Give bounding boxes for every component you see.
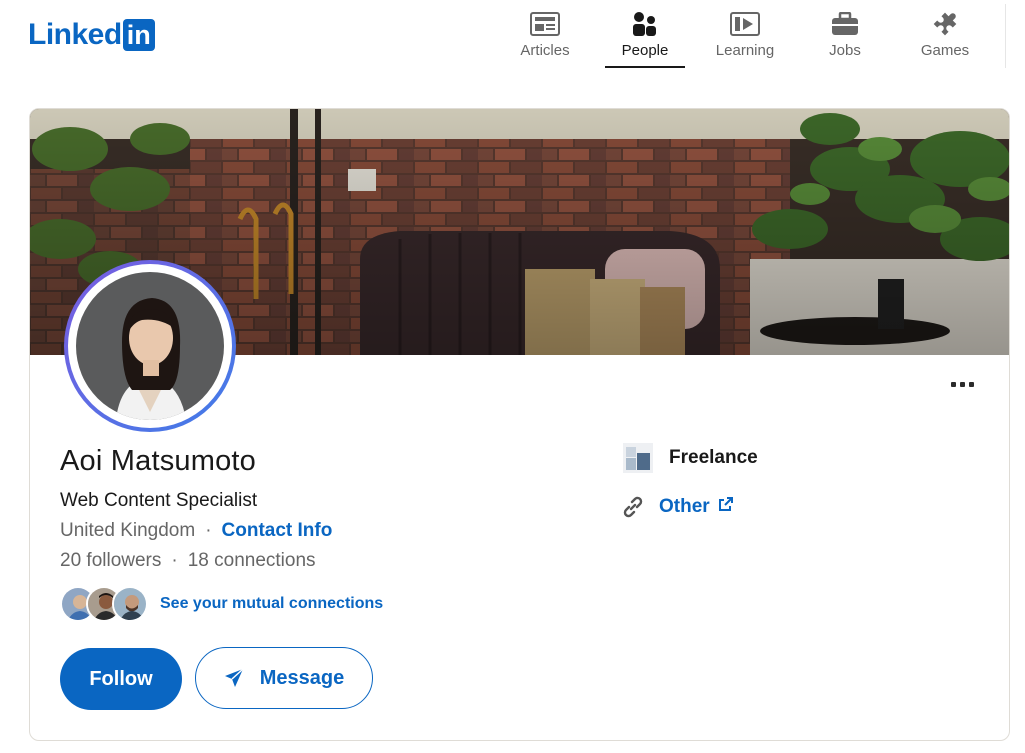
logo-in-box: in bbox=[122, 19, 155, 51]
nav-item-learning[interactable]: Learning bbox=[695, 0, 795, 68]
send-icon bbox=[224, 668, 244, 688]
nav-label-jobs: Jobs bbox=[829, 42, 861, 59]
external-link-icon bbox=[718, 496, 734, 512]
top-navigation-bar: Linkedin Articles People Learning Jobs bbox=[0, 0, 1025, 70]
see-mutual-connections-link[interactable]: See your mutual connections bbox=[160, 595, 383, 613]
nav-item-games[interactable]: Games bbox=[895, 0, 995, 68]
nav-item-articles[interactable]: Articles bbox=[495, 0, 595, 68]
follow-button[interactable]: Follow bbox=[60, 648, 182, 710]
network-stats-row: 20 followers · 18 connections bbox=[60, 550, 316, 572]
location-row: United Kingdom · Contact Info bbox=[60, 520, 332, 542]
company-logo-icon bbox=[623, 443, 653, 473]
separator-dot: · bbox=[171, 550, 178, 571]
profile-avatar[interactable] bbox=[64, 260, 236, 432]
company-name: Freelance bbox=[669, 447, 758, 468]
mutual-avatars bbox=[60, 586, 152, 622]
more-dot bbox=[959, 381, 965, 387]
followers-count: 20 followers bbox=[60, 550, 162, 571]
nav-label-learning: Learning bbox=[715, 42, 775, 59]
people-icon bbox=[630, 10, 660, 38]
nav-item-people[interactable]: People bbox=[595, 0, 695, 68]
puzzle-icon bbox=[930, 10, 960, 38]
profile-card: Aoi Matsumoto Web Content Specialist Uni… bbox=[29, 108, 1010, 741]
linkedin-logo[interactable]: Linked in bbox=[28, 18, 155, 52]
message-button[interactable]: Message bbox=[195, 647, 373, 709]
articles-icon bbox=[530, 10, 560, 38]
contact-info-link[interactable]: Contact Info bbox=[222, 520, 333, 542]
avatar-photo bbox=[76, 272, 224, 420]
nav-label-people: People bbox=[621, 42, 669, 59]
link-chain-icon bbox=[621, 495, 645, 519]
profile-location: United Kingdom bbox=[60, 520, 196, 541]
nav-label-games: Games bbox=[920, 42, 970, 59]
more-dot bbox=[968, 381, 974, 387]
logo-wordmark: Linked bbox=[28, 18, 122, 51]
mutual-avatar bbox=[112, 586, 148, 622]
nav-label-articles: Articles bbox=[520, 42, 570, 59]
nav-divider bbox=[1005, 4, 1006, 68]
connections-count: 18 connections bbox=[187, 550, 316, 571]
briefcase-icon bbox=[830, 10, 860, 38]
primary-nav: Articles People Learning Jobs Games bbox=[495, 0, 995, 70]
mutual-connections-row[interactable]: See your mutual connections bbox=[60, 586, 383, 622]
current-company[interactable]: Freelance bbox=[623, 443, 758, 473]
profile-headline: Web Content Specialist bbox=[60, 490, 258, 511]
more-options-button[interactable] bbox=[944, 371, 980, 397]
website-label: Other bbox=[659, 496, 710, 517]
more-dot bbox=[950, 381, 956, 387]
learning-icon bbox=[730, 10, 760, 38]
separator-dot: · bbox=[205, 520, 212, 541]
profile-name: Aoi Matsumoto bbox=[60, 445, 257, 477]
message-button-label: Message bbox=[259, 666, 345, 689]
nav-item-jobs[interactable]: Jobs bbox=[795, 0, 895, 68]
avatar-ring-inner bbox=[68, 264, 232, 428]
website-link[interactable]: Other bbox=[621, 495, 734, 519]
